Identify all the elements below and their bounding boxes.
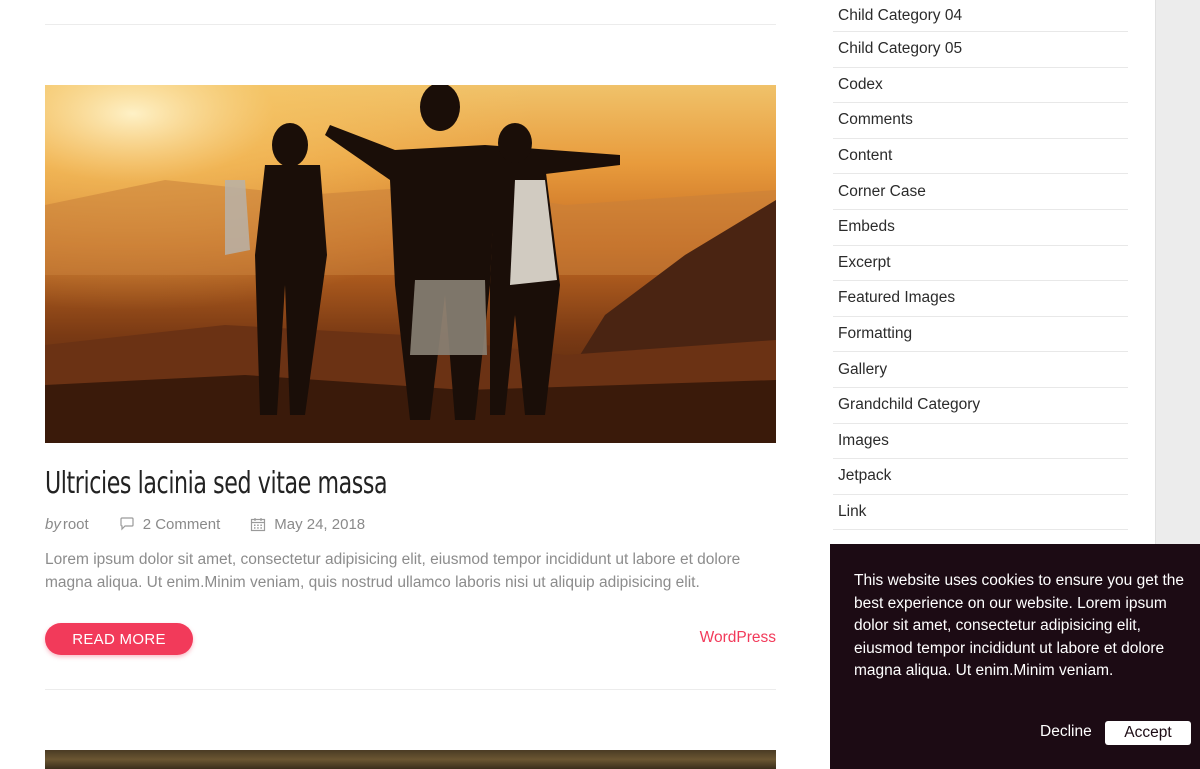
category-item: Content <box>833 139 1128 175</box>
accept-button[interactable]: Accept <box>1105 721 1191 745</box>
category-item: Child Category 04 <box>833 0 1128 32</box>
category-item-link[interactable]: Corner Case <box>838 183 926 201</box>
category-item: Formatting <box>833 317 1128 353</box>
category-item-link[interactable]: Formatting <box>838 325 912 343</box>
category-item: Excerpt <box>833 246 1128 282</box>
post-author[interactable]: root <box>63 516 89 533</box>
category-item: Embeds <box>833 210 1128 246</box>
comment-icon <box>120 517 134 531</box>
divider <box>45 24 776 25</box>
divider <box>45 689 776 690</box>
category-item-link[interactable]: Content <box>838 147 892 165</box>
category-item: Codex <box>833 68 1128 104</box>
post-excerpt: Lorem ipsum dolor sit amet, consectetur … <box>45 551 741 591</box>
sidebar-categories: Child Category 04 Child Category 05 Code… <box>833 0 1128 531</box>
category-list: Child Category 04 Child Category 05 Code… <box>833 0 1128 531</box>
category-item-link[interactable]: Child Category 04 <box>838 7 962 25</box>
category-item-link[interactable]: Images <box>838 432 889 450</box>
hero-illustration <box>45 85 776 443</box>
category-item-link[interactable]: Gallery <box>838 361 887 379</box>
date-meta: May 24, 2018 <box>250 516 365 533</box>
post-column: Ultricies lacinia sed vitae massa by roo… <box>45 0 776 769</box>
category-item: Comments <box>833 103 1128 139</box>
post-title[interactable]: Ultricies lacinia sed vitae massa <box>45 466 644 501</box>
category-item: Link <box>833 495 1128 531</box>
cookie-message: This website uses cookies to ensure you … <box>854 572 1184 680</box>
category-item-link[interactable]: Link <box>838 503 866 521</box>
calendar-icon <box>251 517 266 531</box>
read-more-button[interactable]: READ MORE <box>45 623 193 655</box>
category-item: Grandchild Category <box>833 388 1128 424</box>
category-item-link[interactable]: Child Category 05 <box>838 40 962 58</box>
post-meta: by root 2 Comment May 24, 2018 <box>45 514 365 534</box>
by-label: by <box>45 515 61 533</box>
comments-meta[interactable]: 2 Comment <box>119 515 221 533</box>
category-item-link[interactable]: Jetpack <box>838 467 891 485</box>
decline-button[interactable]: Decline <box>1040 723 1092 741</box>
category-item: Jetpack <box>833 459 1128 495</box>
post-date: May 24, 2018 <box>274 515 366 533</box>
category-item: Featured Images <box>833 281 1128 317</box>
category-item-link[interactable]: Comments <box>838 111 913 129</box>
category-item-link[interactable]: Codex <box>838 76 883 94</box>
category-item: Images <box>833 424 1128 460</box>
category-item: Child Category 05 <box>833 32 1128 68</box>
category-item-link[interactable]: Featured Images <box>838 289 955 307</box>
comment-count: 2 Comment <box>142 515 221 533</box>
category-item-link[interactable]: Grandchild Category <box>838 396 980 414</box>
category-item: Gallery <box>833 352 1128 388</box>
post-featured-image[interactable] <box>45 85 776 443</box>
category-link[interactable]: WordPress <box>700 629 776 647</box>
category-item: Corner Case <box>833 174 1128 210</box>
category-item-link[interactable]: Excerpt <box>838 254 891 272</box>
next-post-image[interactable] <box>45 750 776 769</box>
category-item-link[interactable]: Embeds <box>838 218 895 236</box>
cookie-banner: This website uses cookies to ensure you … <box>830 544 1200 769</box>
